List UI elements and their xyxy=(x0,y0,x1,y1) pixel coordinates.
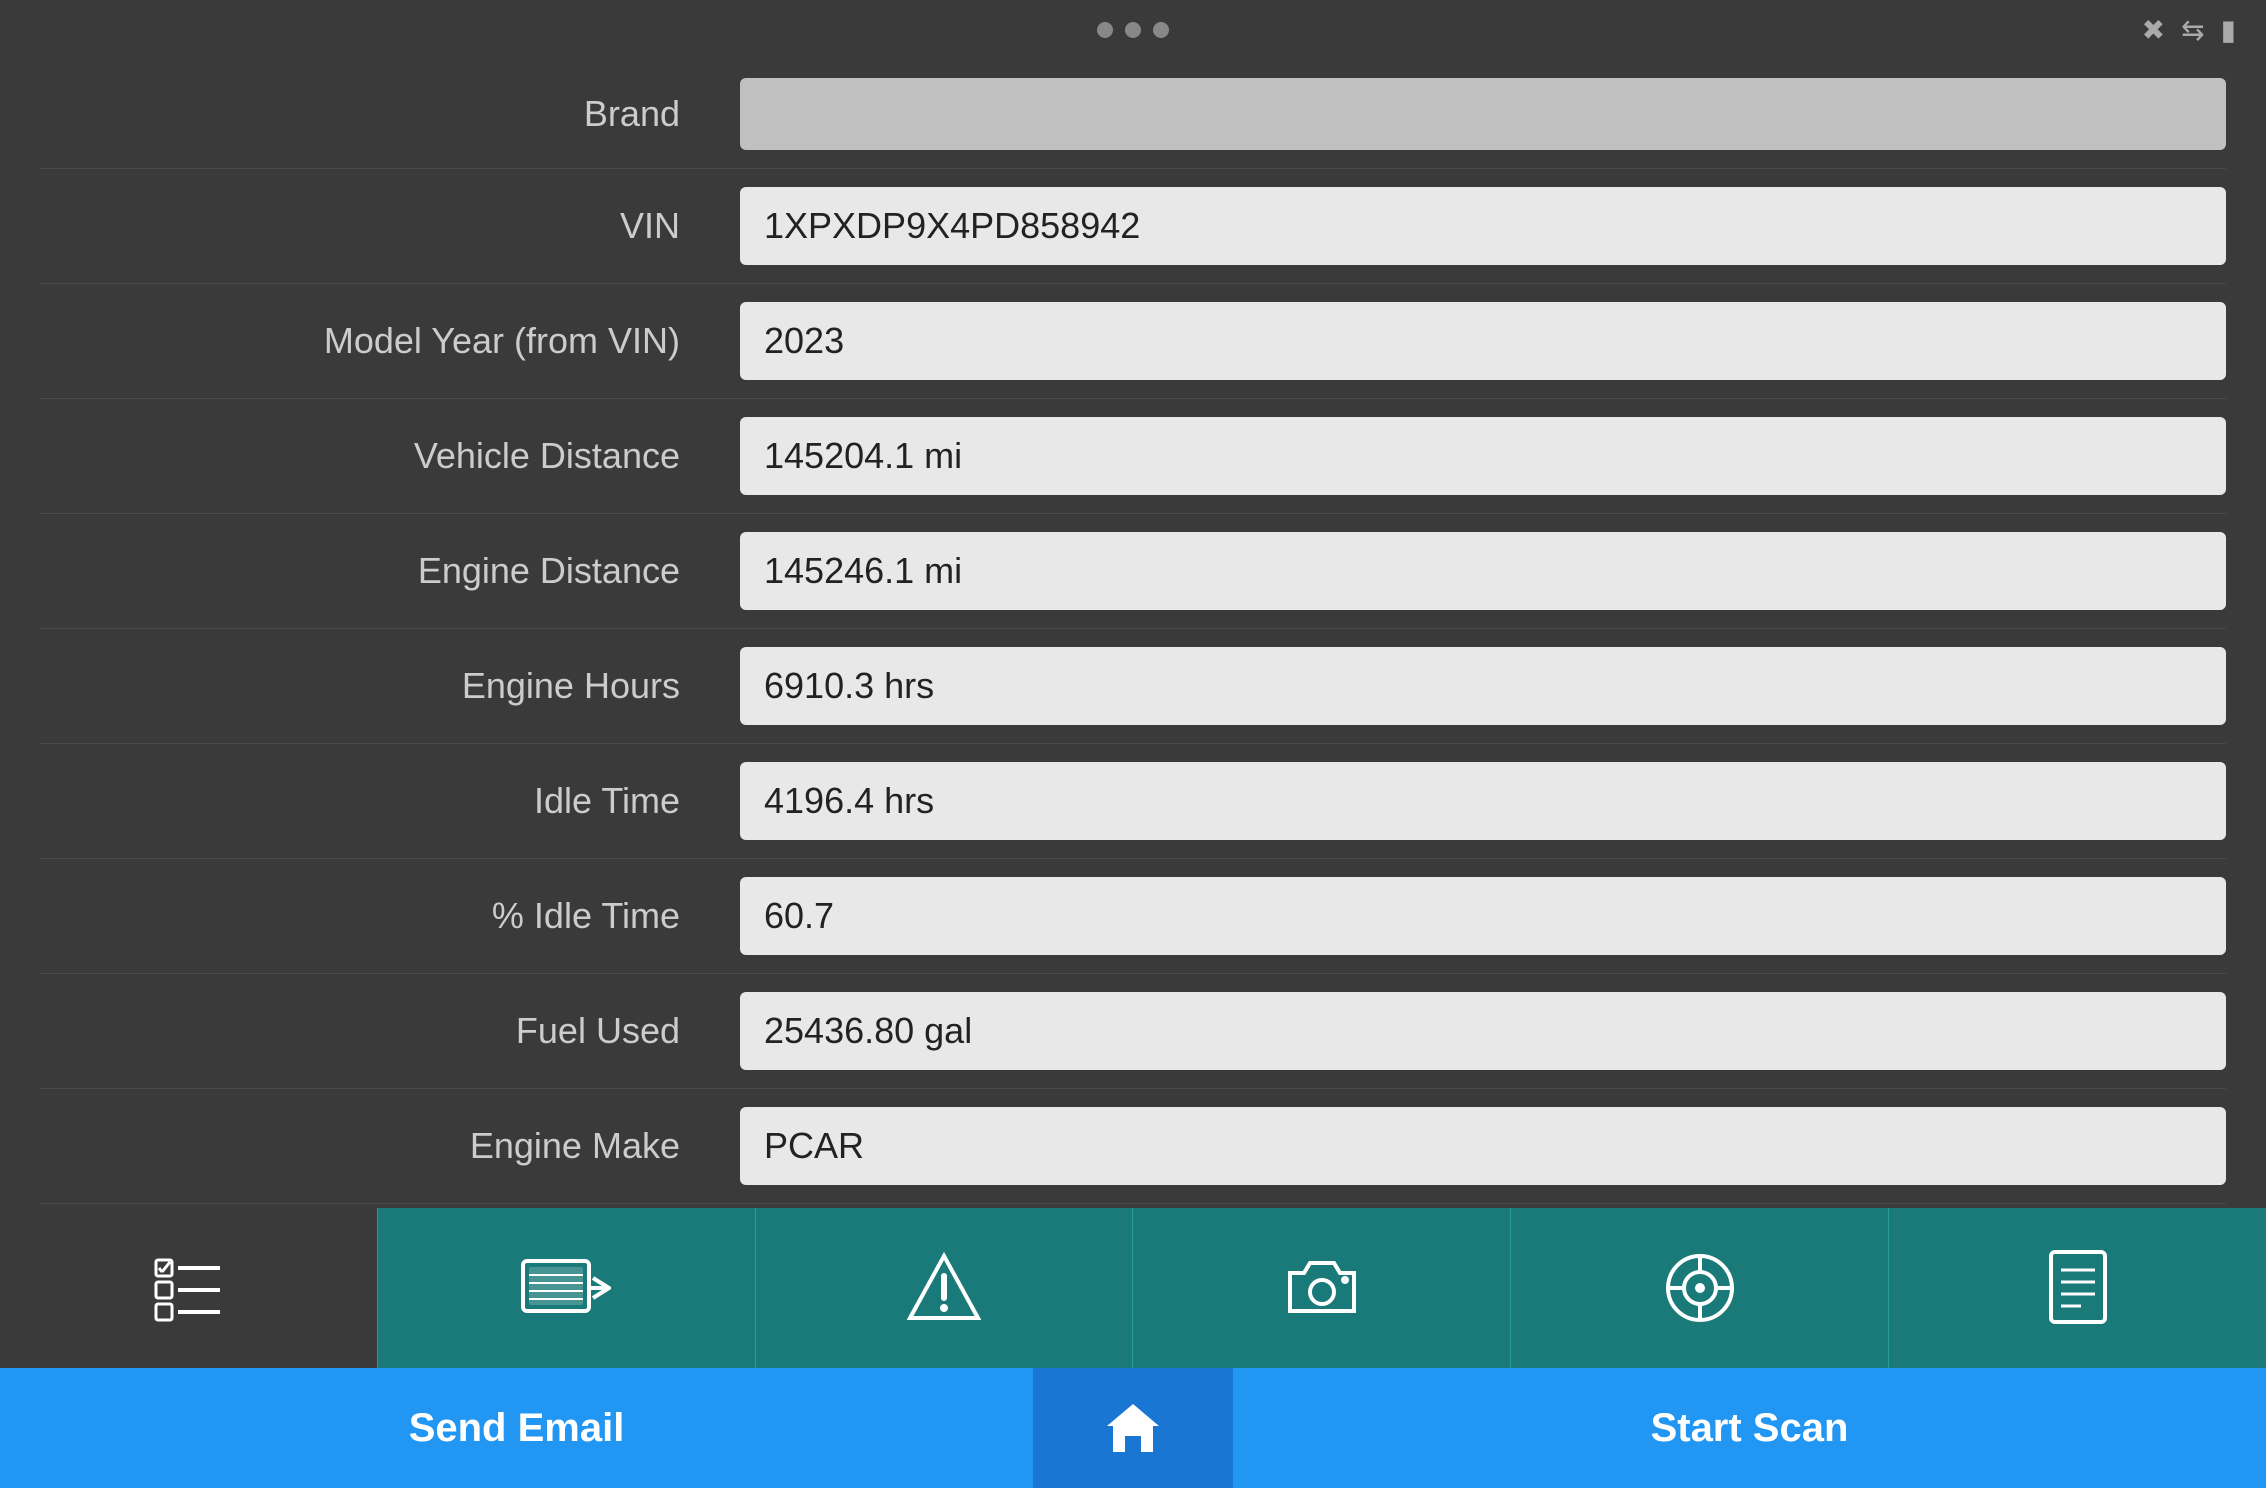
start-scan-button[interactable]: Start Scan xyxy=(1233,1368,2266,1488)
checklist-icon xyxy=(148,1248,228,1328)
fuel-used-row: Fuel Used 25436.80 gal xyxy=(40,974,2226,1089)
model-year-value: 2023 xyxy=(740,302,2226,380)
tire-icon xyxy=(1660,1248,1740,1328)
model-year-row: Model Year (from VIN) 2023 xyxy=(40,284,2226,399)
top-dots xyxy=(1097,22,1169,38)
brand-value xyxy=(740,78,2226,150)
pct-idle-time-label: % Idle Time xyxy=(40,895,740,937)
home-icon xyxy=(1103,1398,1163,1458)
nav-warning[interactable] xyxy=(756,1208,1134,1368)
nav-tire[interactable] xyxy=(1511,1208,1889,1368)
vin-value: 1XPXDP9X4PD858942 xyxy=(740,187,2226,265)
home-button[interactable] xyxy=(1033,1368,1233,1488)
battery-icon: ▮ xyxy=(2221,14,2236,47)
engine-distance-value: 145246.1 mi xyxy=(740,532,2226,610)
nav-camera[interactable] xyxy=(1133,1208,1511,1368)
dot-2 xyxy=(1125,22,1141,38)
vin-label: VIN xyxy=(40,205,740,247)
bluetooth-icon: ✖ xyxy=(2142,14,2165,47)
idle-time-value: 4196.4 hrs xyxy=(740,762,2226,840)
vehicle-distance-row: Vehicle Distance 145204.1 mi xyxy=(40,399,2226,514)
pct-idle-time-value: 60.7 xyxy=(740,877,2226,955)
engine-make-value: PCAR xyxy=(740,1107,2226,1185)
fuel-used-label: Fuel Used xyxy=(40,1010,740,1052)
main-content: Brand VIN 1XPXDP9X4PD858942 Model Year (… xyxy=(0,60,2266,1208)
diagnostic-icon xyxy=(521,1253,611,1323)
vin-row: VIN 1XPXDP9X4PD858942 xyxy=(40,169,2226,284)
idle-time-label: Idle Time xyxy=(40,780,740,822)
bottom-action-bar: Send Email Start Scan xyxy=(0,1368,2266,1488)
engine-distance-label: Engine Distance xyxy=(40,550,740,592)
engine-distance-row: Engine Distance 145246.1 mi xyxy=(40,514,2226,629)
brand-row: Brand xyxy=(40,60,2226,169)
nav-diagnostic[interactable] xyxy=(378,1208,756,1368)
warning-icon xyxy=(904,1248,984,1328)
brand-label: Brand xyxy=(40,93,740,135)
top-bar: ✖ ⇆ ▮ xyxy=(0,0,2266,60)
vehicle-distance-label: Vehicle Distance xyxy=(40,435,740,477)
send-email-button[interactable]: Send Email xyxy=(0,1368,1033,1488)
vehicle-distance-value: 145204.1 mi xyxy=(740,417,2226,495)
pct-idle-time-row: % Idle Time 60.7 xyxy=(40,859,2226,974)
engine-make-row: Engine Make PCAR xyxy=(40,1089,2226,1204)
nav-checklist[interactable] xyxy=(0,1208,378,1368)
fuel-used-value: 25436.80 gal xyxy=(740,992,2226,1070)
camera-icon xyxy=(1282,1253,1362,1323)
dot-3 xyxy=(1153,22,1169,38)
dot-1 xyxy=(1097,22,1113,38)
status-icons: ✖ ⇆ ▮ xyxy=(2142,14,2236,47)
engine-hours-label: Engine Hours xyxy=(40,665,740,707)
engine-make-label: Engine Make xyxy=(40,1125,740,1167)
nav-report[interactable] xyxy=(1889,1208,2266,1368)
signal-icon: ⇆ xyxy=(2181,14,2204,47)
engine-hours-value: 6910.3 hrs xyxy=(740,647,2226,725)
engine-hours-row: Engine Hours 6910.3 hrs xyxy=(40,629,2226,744)
model-year-label: Model Year (from VIN) xyxy=(40,320,740,362)
report-icon xyxy=(2043,1248,2113,1328)
idle-time-row: Idle Time 4196.4 hrs xyxy=(40,744,2226,859)
bottom-nav xyxy=(0,1208,2266,1368)
